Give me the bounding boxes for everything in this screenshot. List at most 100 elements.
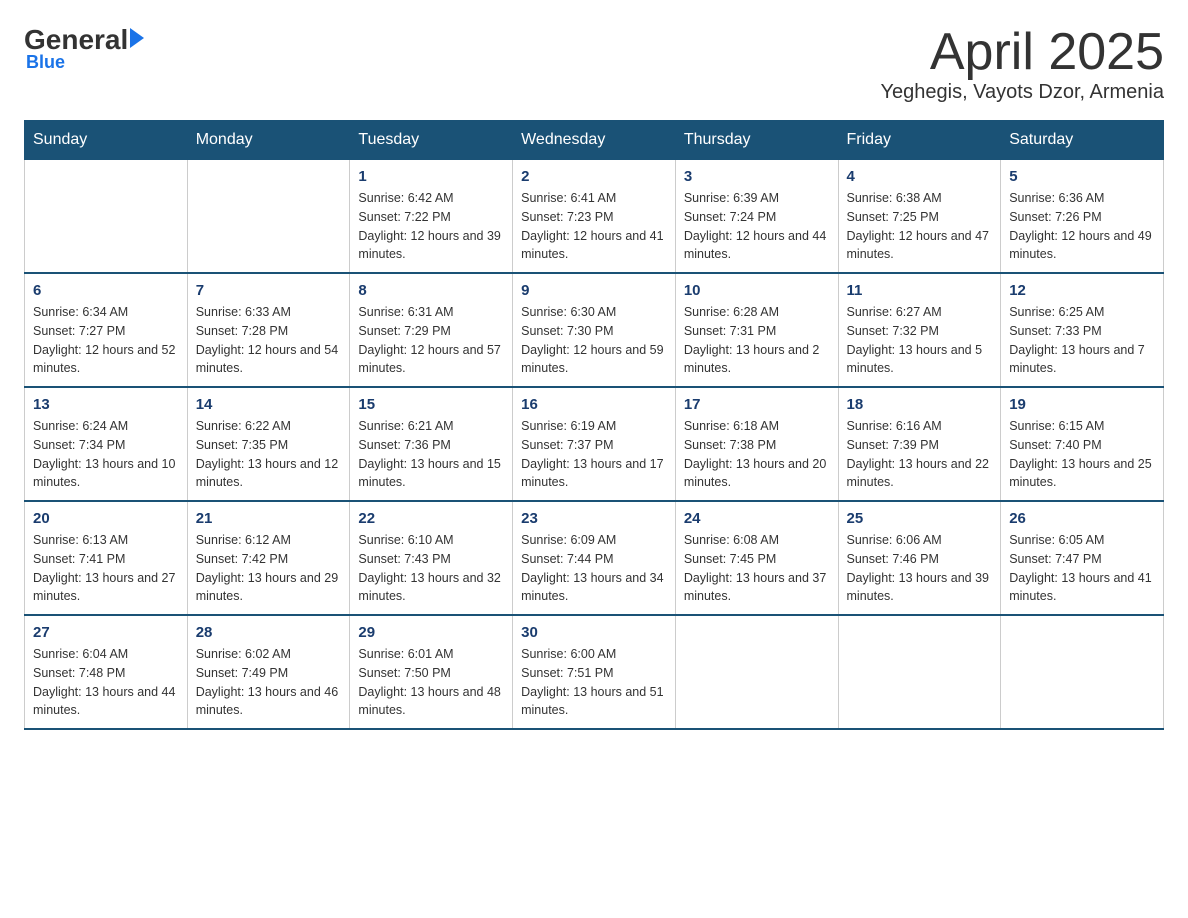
calendar-cell: 3 Sunrise: 6:39 AMSunset: 7:24 PMDaylight…: [675, 160, 838, 274]
day-number: 8: [358, 282, 504, 299]
calendar-cell: 29 Sunrise: 6:01 AMSunset: 7:50 PMDayligh…: [350, 615, 513, 729]
day-info: Sunrise: 6:05 AMSunset: 7:47 PMDaylight:…: [1009, 531, 1155, 606]
calendar-cell: 5Sunrise: 6:36 AMSunset: 7:26 PMDaylight…: [1001, 160, 1164, 274]
calendar-cell: [838, 615, 1001, 729]
day-info: Sunrise: 6:00 AMSunset: 7:51 PMDaylight:…: [521, 645, 667, 720]
day-info: Sunrise: 6:16 AMSunset: 7:39 PMDaylight:…: [847, 417, 993, 492]
location-subtitle: Yeghegis, Vayots Dzor, Armenia: [881, 81, 1165, 104]
day-number: 10: [684, 282, 830, 299]
calendar-cell: 27 Sunrise: 6:04 AMSunset: 7:48 PMDayligh…: [25, 615, 188, 729]
calendar-cell: 6Sunrise: 6:34 AMSunset: 7:27 PMDaylight…: [25, 273, 188, 387]
weekday-header-sunday: Sunday: [25, 121, 188, 160]
calendar-cell: 1 Sunrise: 6:42 AMSunset: 7:22 PMDaylight…: [350, 160, 513, 274]
title-section: April 2025 Yeghegis, Vayots Dzor, Armeni…: [881, 24, 1165, 104]
calendar-body: 1 Sunrise: 6:42 AMSunset: 7:22 PMDaylight…: [25, 160, 1164, 730]
day-number: 16: [521, 396, 667, 413]
weekday-header-saturday: Saturday: [1001, 121, 1164, 160]
calendar-cell: 25 Sunrise: 6:06 AMSunset: 7:46 PMDayligh…: [838, 501, 1001, 615]
day-number: 11: [847, 282, 993, 299]
weekday-header-wednesday: Wednesday: [513, 121, 676, 160]
calendar-cell: 10 Sunrise: 6:28 AMSunset: 7:31 PMDayligh…: [675, 273, 838, 387]
day-number: 25: [847, 510, 993, 527]
day-number: 24: [684, 510, 830, 527]
calendar-week-2: 6Sunrise: 6:34 AMSunset: 7:27 PMDaylight…: [25, 273, 1164, 387]
calendar-cell: 4Sunrise: 6:38 AMSunset: 7:25 PMDaylight…: [838, 160, 1001, 274]
day-info: Sunrise: 6:15 AMSunset: 7:40 PMDaylight:…: [1009, 417, 1155, 492]
day-info: Sunrise: 6:12 AMSunset: 7:42 PMDaylight:…: [196, 531, 342, 606]
calendar-cell: [25, 160, 188, 274]
day-info: Sunrise: 6:21 AMSunset: 7:36 PMDaylight:…: [358, 417, 504, 492]
day-number: 1: [358, 168, 504, 185]
day-number: 27: [33, 624, 179, 641]
day-info: Sunrise: 6:18 AMSunset: 7:38 PMDaylight:…: [684, 417, 830, 492]
calendar-cell: 12Sunrise: 6:25 AMSunset: 7:33 PMDayligh…: [1001, 273, 1164, 387]
weekday-header-tuesday: Tuesday: [350, 121, 513, 160]
day-info: Sunrise: 6:02 AMSunset: 7:49 PMDaylight:…: [196, 645, 342, 720]
day-number: 9: [521, 282, 667, 299]
day-info: Sunrise: 6:36 AMSunset: 7:26 PMDaylight:…: [1009, 189, 1155, 264]
day-info: Sunrise: 6:06 AMSunset: 7:46 PMDaylight:…: [847, 531, 993, 606]
day-number: 3: [684, 168, 830, 185]
day-info: Sunrise: 6:19 AMSunset: 7:37 PMDaylight:…: [521, 417, 667, 492]
calendar-cell: 24 Sunrise: 6:08 AMSunset: 7:45 PMDayligh…: [675, 501, 838, 615]
day-info: Sunrise: 6:13 AMSunset: 7:41 PMDaylight:…: [33, 531, 179, 606]
calendar-cell: 13 Sunrise: 6:24 AMSunset: 7:34 PMDayligh…: [25, 387, 188, 501]
calendar-cell: 9Sunrise: 6:30 AMSunset: 7:30 PMDaylight…: [513, 273, 676, 387]
day-number: 19: [1009, 396, 1155, 413]
page-header: General Blue April 2025 Yeghegis, Vayots…: [24, 24, 1164, 104]
day-info: Sunrise: 6:42 AMSunset: 7:22 PMDaylight:…: [358, 189, 504, 264]
calendar-week-5: 27 Sunrise: 6:04 AMSunset: 7:48 PMDayligh…: [25, 615, 1164, 729]
day-number: 28: [196, 624, 342, 641]
day-number: 4: [847, 168, 993, 185]
calendar-cell: [675, 615, 838, 729]
day-number: 14: [196, 396, 342, 413]
day-number: 17: [684, 396, 830, 413]
day-info: Sunrise: 6:04 AMSunset: 7:48 PMDaylight:…: [33, 645, 179, 720]
day-info: Sunrise: 6:28 AMSunset: 7:31 PMDaylight:…: [684, 303, 830, 378]
day-info: Sunrise: 6:24 AMSunset: 7:34 PMDaylight:…: [33, 417, 179, 492]
calendar-cell: 26 Sunrise: 6:05 AMSunset: 7:47 PMDayligh…: [1001, 501, 1164, 615]
calendar-cell: 18 Sunrise: 6:16 AMSunset: 7:39 PMDayligh…: [838, 387, 1001, 501]
calendar-cell: 16 Sunrise: 6:19 AMSunset: 7:37 PMDayligh…: [513, 387, 676, 501]
calendar-header: SundayMondayTuesdayWednesdayThursdayFrid…: [25, 121, 1164, 160]
calendar-week-1: 1 Sunrise: 6:42 AMSunset: 7:22 PMDaylight…: [25, 160, 1164, 274]
day-number: 15: [358, 396, 504, 413]
day-info: Sunrise: 6:09 AMSunset: 7:44 PMDaylight:…: [521, 531, 667, 606]
calendar-cell: 22 Sunrise: 6:10 AMSunset: 7:43 PMDayligh…: [350, 501, 513, 615]
day-number: 22: [358, 510, 504, 527]
day-info: Sunrise: 6:01 AMSunset: 7:50 PMDaylight:…: [358, 645, 504, 720]
day-info: Sunrise: 6:27 AMSunset: 7:32 PMDaylight:…: [847, 303, 993, 378]
calendar-cell: 8Sunrise: 6:31 AMSunset: 7:29 PMDaylight…: [350, 273, 513, 387]
calendar-cell: 17 Sunrise: 6:18 AMSunset: 7:38 PMDayligh…: [675, 387, 838, 501]
calendar-cell: 11 Sunrise: 6:27 AMSunset: 7:32 PMDayligh…: [838, 273, 1001, 387]
day-number: 6: [33, 282, 179, 299]
day-number: 21: [196, 510, 342, 527]
calendar-cell: 14 Sunrise: 6:22 AMSunset: 7:35 PMDayligh…: [187, 387, 350, 501]
calendar-cell: 28 Sunrise: 6:02 AMSunset: 7:49 PMDayligh…: [187, 615, 350, 729]
day-number: 7: [196, 282, 342, 299]
month-title: April 2025: [881, 24, 1165, 81]
day-number: 13: [33, 396, 179, 413]
calendar-cell: 15 Sunrise: 6:21 AMSunset: 7:36 PMDayligh…: [350, 387, 513, 501]
calendar-cell: 2 Sunrise: 6:41 AMSunset: 7:23 PMDaylight…: [513, 160, 676, 274]
day-info: Sunrise: 6:25 AMSunset: 7:33 PMDaylight:…: [1009, 303, 1155, 378]
day-number: 29: [358, 624, 504, 641]
day-info: Sunrise: 6:08 AMSunset: 7:45 PMDaylight:…: [684, 531, 830, 606]
weekday-header-friday: Friday: [838, 121, 1001, 160]
calendar-table: SundayMondayTuesdayWednesdayThursdayFrid…: [24, 120, 1164, 730]
calendar-cell: 7 Sunrise: 6:33 AMSunset: 7:28 PMDaylight…: [187, 273, 350, 387]
day-info: Sunrise: 6:39 AMSunset: 7:24 PMDaylight:…: [684, 189, 830, 264]
day-info: Sunrise: 6:33 AMSunset: 7:28 PMDaylight:…: [196, 303, 342, 378]
day-number: 18: [847, 396, 993, 413]
logo-blue: Blue: [26, 52, 65, 73]
logo: General Blue: [24, 24, 144, 73]
day-number: 20: [33, 510, 179, 527]
day-info: Sunrise: 6:41 AMSunset: 7:23 PMDaylight:…: [521, 189, 667, 264]
day-info: Sunrise: 6:22 AMSunset: 7:35 PMDaylight:…: [196, 417, 342, 492]
calendar-cell: 23Sunrise: 6:09 AMSunset: 7:44 PMDayligh…: [513, 501, 676, 615]
calendar-cell: [187, 160, 350, 274]
day-number: 2: [521, 168, 667, 185]
day-number: 26: [1009, 510, 1155, 527]
calendar-week-3: 13 Sunrise: 6:24 AMSunset: 7:34 PMDayligh…: [25, 387, 1164, 501]
day-info: Sunrise: 6:10 AMSunset: 7:43 PMDaylight:…: [358, 531, 504, 606]
